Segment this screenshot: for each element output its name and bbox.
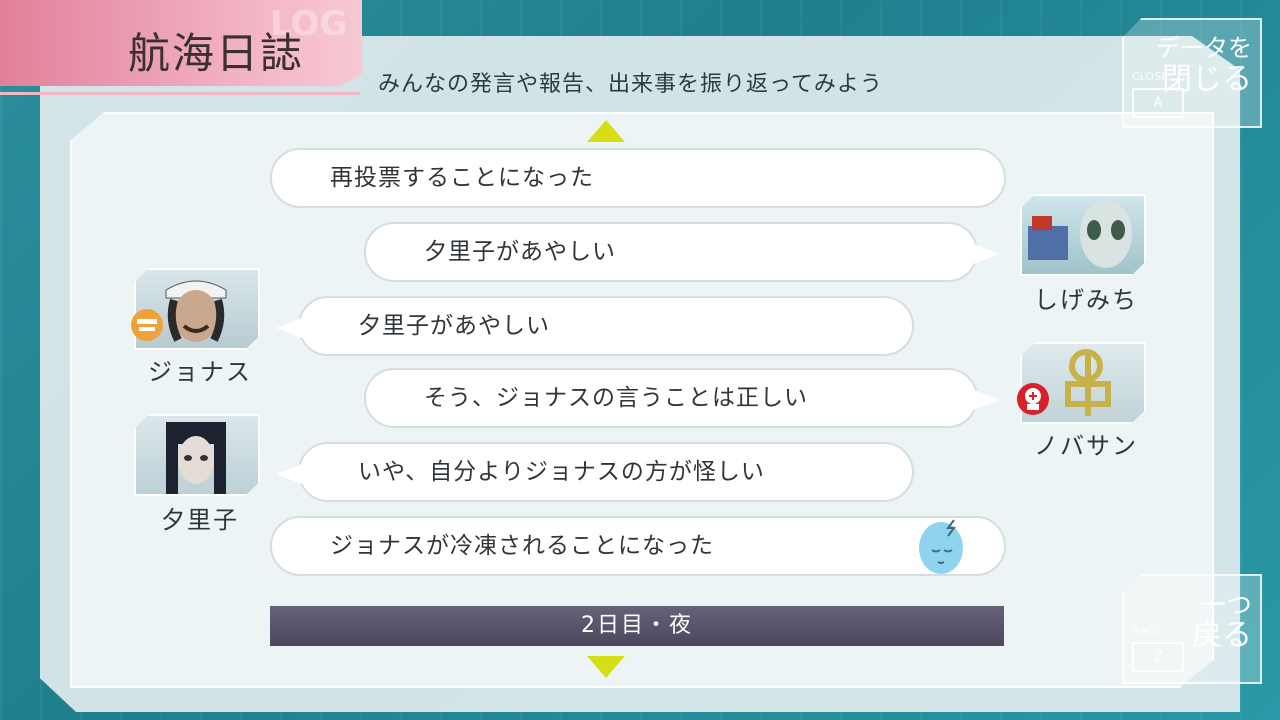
yuriko-name: 夕里子 xyxy=(161,506,239,534)
scroll-up-arrow-icon[interactable] xyxy=(587,120,625,142)
bug-badge-icon xyxy=(1016,382,1050,416)
back-label-line2: 戻る xyxy=(1192,618,1252,653)
log-entry-text: 夕里子があやしい xyxy=(424,239,616,265)
close-data-button[interactable]: CLOSE A データを 閉じる xyxy=(1122,18,1262,128)
shigemichi-portrait[interactable] xyxy=(1020,194,1146,276)
log-entry-event: 再投票することになった xyxy=(270,148,1006,208)
back-button[interactable]: BACK Z 一つ 戻る xyxy=(1122,574,1262,684)
scroll-down-arrow-icon[interactable] xyxy=(587,656,625,678)
log-entry-text: 夕里子があやしい xyxy=(358,313,550,339)
yuriko-portrait[interactable] xyxy=(134,414,260,496)
title-banner: LOG 航海日誌 xyxy=(0,0,362,86)
log-entry-shigemichi: 夕里子があやしい xyxy=(364,222,1000,282)
title-underline xyxy=(0,92,360,95)
page-title: 航海日誌 xyxy=(128,29,305,78)
close-label-line2: 閉じる xyxy=(1162,62,1252,97)
log-entry-yuriko: いや、自分よりジョナスの方が怪しい xyxy=(276,442,914,502)
log-entry-jonas: 夕里子があやしい xyxy=(276,296,914,356)
yuriko-portrait-icon xyxy=(166,422,226,494)
log-entry-text: いや、自分よりジョナスの方が怪しい xyxy=(358,459,765,485)
alien-portrait-icon xyxy=(1028,200,1132,268)
log-entry-text: ジョナスが冷凍されることになった xyxy=(330,533,714,559)
back-small-label: BACK xyxy=(1132,624,1162,637)
log-entry-text: 再投票することになった xyxy=(330,165,594,191)
close-label-line1: データを xyxy=(1156,34,1252,62)
frozen-head-icon xyxy=(910,514,972,576)
shigemichi-name: しげみち xyxy=(1034,286,1138,314)
day-marker-bar: 2日目・夜 xyxy=(270,606,1004,646)
log-entry-text: そう、ジョナスの言うことは正しい xyxy=(424,385,808,411)
log-entry-event: ジョナスが冷凍されることになった xyxy=(270,516,1006,576)
novasan-name: ノバサン xyxy=(1034,432,1138,460)
back-key-hint: Z xyxy=(1132,642,1184,672)
log-entry-novasan: そう、ジョナスの言うことは正しい xyxy=(364,368,1000,428)
page-subtitle: みんなの発言や報告、出来事を振り返ってみよう xyxy=(378,72,883,97)
engineer-badge-icon xyxy=(130,308,164,342)
jonas-name: ジョナス xyxy=(148,358,252,386)
